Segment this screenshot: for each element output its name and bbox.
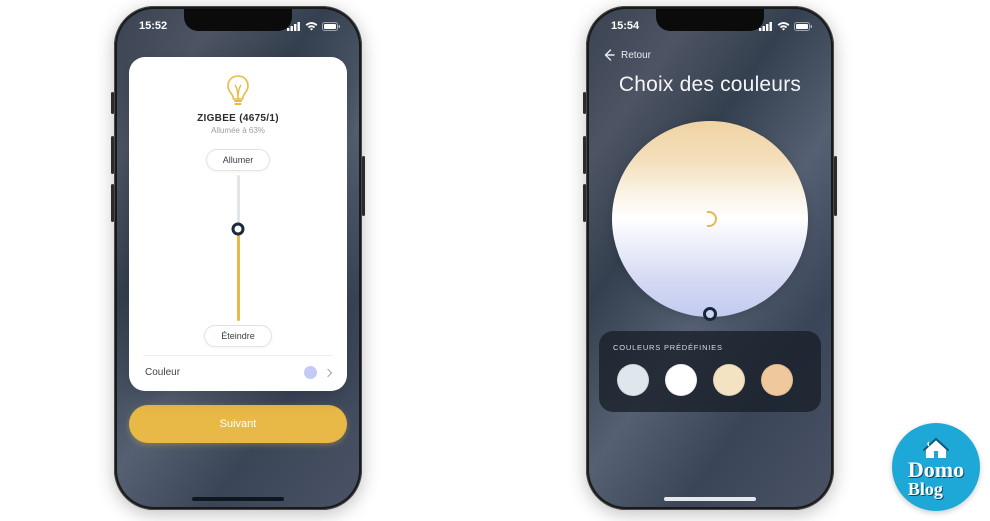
device-status: Allumée à 63%: [211, 126, 265, 135]
back-label: Retour: [621, 50, 651, 61]
status-icons: [759, 22, 813, 31]
lightbulb-icon: [225, 75, 251, 107]
notch: [656, 9, 764, 31]
current-color-swatch: [304, 366, 317, 379]
preset-swatch[interactable]: [617, 364, 649, 396]
side-button: [362, 156, 365, 216]
page-title: Choix des couleurs: [589, 73, 831, 97]
phone-mockup-right: 15:54 Retour Choix des couleurs COULEURS…: [586, 6, 834, 510]
house-icon: [923, 437, 949, 459]
side-button: [111, 184, 114, 222]
arrow-left-icon: [603, 49, 615, 61]
notch: [184, 9, 292, 31]
side-button: [111, 136, 114, 174]
preset-swatch[interactable]: [713, 364, 745, 396]
color-option-row[interactable]: Couleur: [143, 355, 333, 383]
device-card: ZIGBEE (4675/1) Allumée à 63% Allumer Ét…: [129, 57, 347, 391]
turn-on-button[interactable]: Allumer: [206, 149, 271, 171]
wifi-icon: [777, 22, 790, 31]
status-icons: [287, 22, 341, 31]
battery-icon: [322, 22, 341, 31]
turn-off-button[interactable]: Éteindre: [204, 325, 272, 347]
side-button: [111, 92, 114, 114]
battery-icon: [794, 22, 813, 31]
wheel-center-mark: [707, 211, 717, 227]
side-button: [583, 136, 586, 174]
preset-swatch[interactable]: [665, 364, 697, 396]
side-button: [583, 92, 586, 114]
preset-colors-panel: COULEURS PRÉDÉFINIES: [599, 331, 821, 412]
side-button: [583, 184, 586, 222]
wheel-picker-thumb[interactable]: [703, 307, 717, 321]
slider-thumb[interactable]: [232, 223, 245, 236]
domoblog-watermark: DomoBlog: [892, 423, 980, 511]
screen-right: 15:54 Retour Choix des couleurs COULEURS…: [589, 9, 831, 507]
phone-mockup-left: 15:52 ZIGBEE (4675/1) Allumée à 63% Allu…: [114, 6, 362, 510]
next-button[interactable]: Suivant: [129, 405, 347, 443]
preset-row: [613, 364, 807, 396]
home-indicator[interactable]: [192, 497, 284, 501]
screen-left: 15:52 ZIGBEE (4675/1) Allumée à 63% Allu…: [117, 9, 359, 507]
chevron-right-icon: [324, 368, 332, 376]
home-indicator[interactable]: [664, 497, 756, 501]
back-button[interactable]: Retour: [603, 49, 651, 61]
wifi-icon: [305, 22, 318, 31]
preset-heading: COULEURS PRÉDÉFINIES: [613, 343, 807, 352]
color-label: Couleur: [145, 367, 180, 378]
clock: 15:52: [139, 20, 167, 32]
device-name: ZIGBEE (4675/1): [197, 113, 279, 124]
color-temperature-wheel[interactable]: [612, 121, 808, 317]
clock: 15:54: [611, 20, 639, 32]
brightness-slider[interactable]: [143, 175, 333, 321]
side-button: [834, 156, 837, 216]
watermark-text: DomoBlog: [908, 461, 964, 496]
preset-swatch[interactable]: [761, 364, 793, 396]
